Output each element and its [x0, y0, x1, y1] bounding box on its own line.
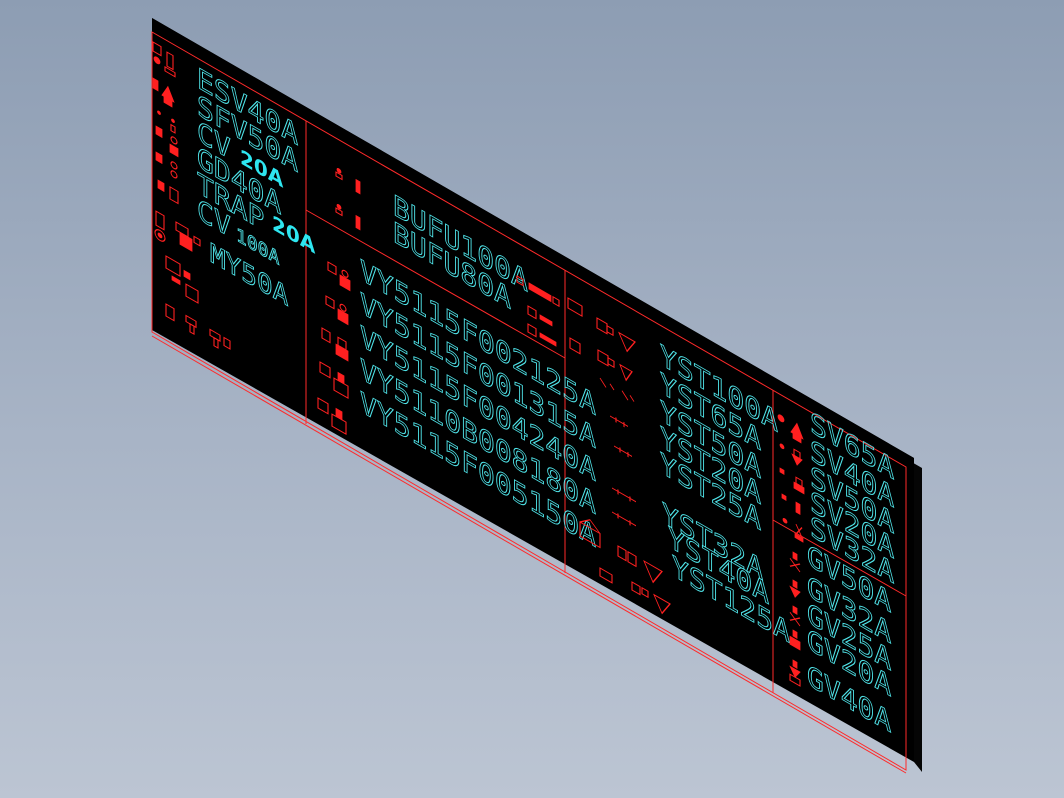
isometric-drawing: ESV40A SFV50A CV 20A GD40A TRAP 20A CV 1…: [151, 18, 922, 774]
cad-viewport[interactable]: ESV40A SFV50A CV 20A GD40A TRAP 20A CV 1…: [0, 0, 1064, 798]
